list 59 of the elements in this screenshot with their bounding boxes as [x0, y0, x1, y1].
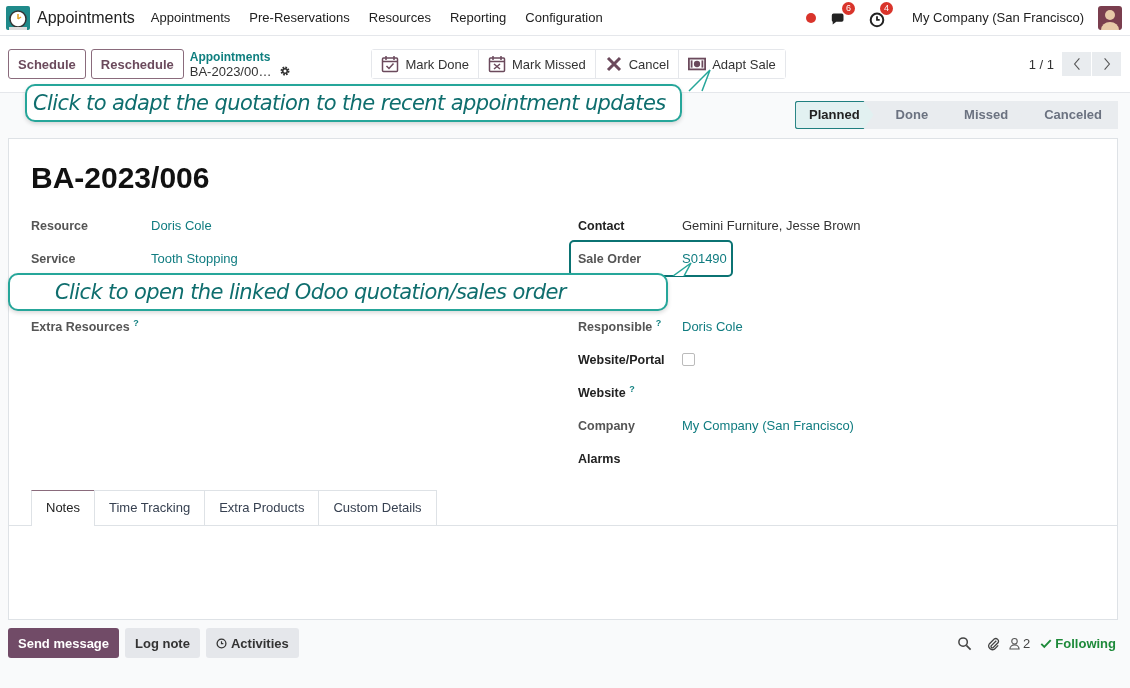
field-label: Extra Resources $^{?}$	[31, 318, 140, 335]
app-name[interactable]: Appointments	[37, 8, 135, 27]
breadcrumb-link[interactable]: Appointments	[189, 49, 292, 64]
field-link[interactable]: S01490	[682, 251, 727, 266]
field-label: Contact	[578, 218, 626, 233]
close-icon	[604, 55, 623, 73]
status-dot-icon[interactable]	[806, 12, 817, 23]
chatter-button[interactable]: Send message	[8, 628, 120, 658]
app-icon[interactable]	[6, 5, 30, 30]
tooltip: Click to open the linked Odoo quotation/sales order	[8, 273, 668, 311]
header-button[interactable]: Schedule	[8, 49, 86, 79]
menu-item[interactable]: Appointments	[150, 10, 231, 25]
calendar-icon	[488, 55, 507, 73]
field-link[interactable]: My Company (San Francisco)	[682, 418, 854, 433]
checkbox[interactable]	[682, 353, 695, 366]
followers-button[interactable]: 2	[1007, 635, 1033, 651]
menu-item[interactable]: Pre-Reservations	[249, 10, 350, 25]
check-icon	[1040, 637, 1053, 649]
field-label: Resource	[31, 218, 89, 233]
paperclip-icon[interactable]	[986, 635, 1002, 651]
record-title: BA-2023/006	[31, 161, 211, 195]
chatter-button[interactable]: Log note	[125, 628, 200, 658]
count-badge: 6	[842, 1, 856, 15]
field-label: Service	[31, 251, 77, 266]
notebook-tab[interactable]: Custom Details	[318, 490, 437, 525]
notebook-tab[interactable]: Notes	[31, 490, 95, 526]
settings-icon[interactable]	[279, 65, 292, 77]
field-label: Website $^{?}$	[578, 384, 636, 401]
user-avatar[interactable]	[1098, 5, 1122, 30]
field-link[interactable]: Doris Cole	[682, 319, 743, 334]
company-switcher[interactable]: My Company (San Francisco)	[912, 10, 1084, 25]
field-label: Alarms	[578, 451, 622, 466]
header-button[interactable]: Reschedule	[90, 49, 184, 79]
tooltip-pointer	[672, 262, 692, 276]
field-label: Responsible $^{?}$	[578, 318, 663, 335]
field-label: Website/Portal	[578, 352, 666, 367]
clock-icon	[215, 637, 227, 649]
chatter-button[interactable]: Activities	[205, 628, 299, 658]
calendar-icon	[381, 55, 400, 73]
menu-item[interactable]: Configuration	[525, 10, 603, 25]
chevron-left-icon	[1072, 57, 1081, 71]
person-icon	[1009, 636, 1021, 650]
field-label: Sale Order	[578, 251, 643, 266]
action-button[interactable]: Mark Done	[372, 50, 480, 78]
pager-value: 1 / 1	[1028, 56, 1054, 72]
tooltip: Click to adapt the quotation to the recent appointment updates	[25, 84, 682, 122]
breadcrumb-current: BA-2023/00…	[189, 63, 272, 79]
count-badge: 4	[880, 1, 894, 15]
field-value[interactable]: Gemini Furniture, Jesse Brown	[682, 218, 861, 233]
field-link[interactable]: Tooth Stopping	[151, 251, 238, 266]
field-label: Company	[578, 418, 636, 433]
field-link[interactable]: Doris Cole	[151, 218, 212, 233]
status-stage[interactable]: Planned	[795, 101, 874, 129]
chevron-right-icon	[1102, 57, 1111, 71]
following-button[interactable]: Following	[1038, 635, 1118, 651]
banknote-icon	[688, 55, 707, 73]
menu-item[interactable]: Resources	[368, 10, 431, 25]
menu-item[interactable]: Reporting	[449, 10, 507, 25]
search-icon[interactable]	[957, 635, 973, 651]
